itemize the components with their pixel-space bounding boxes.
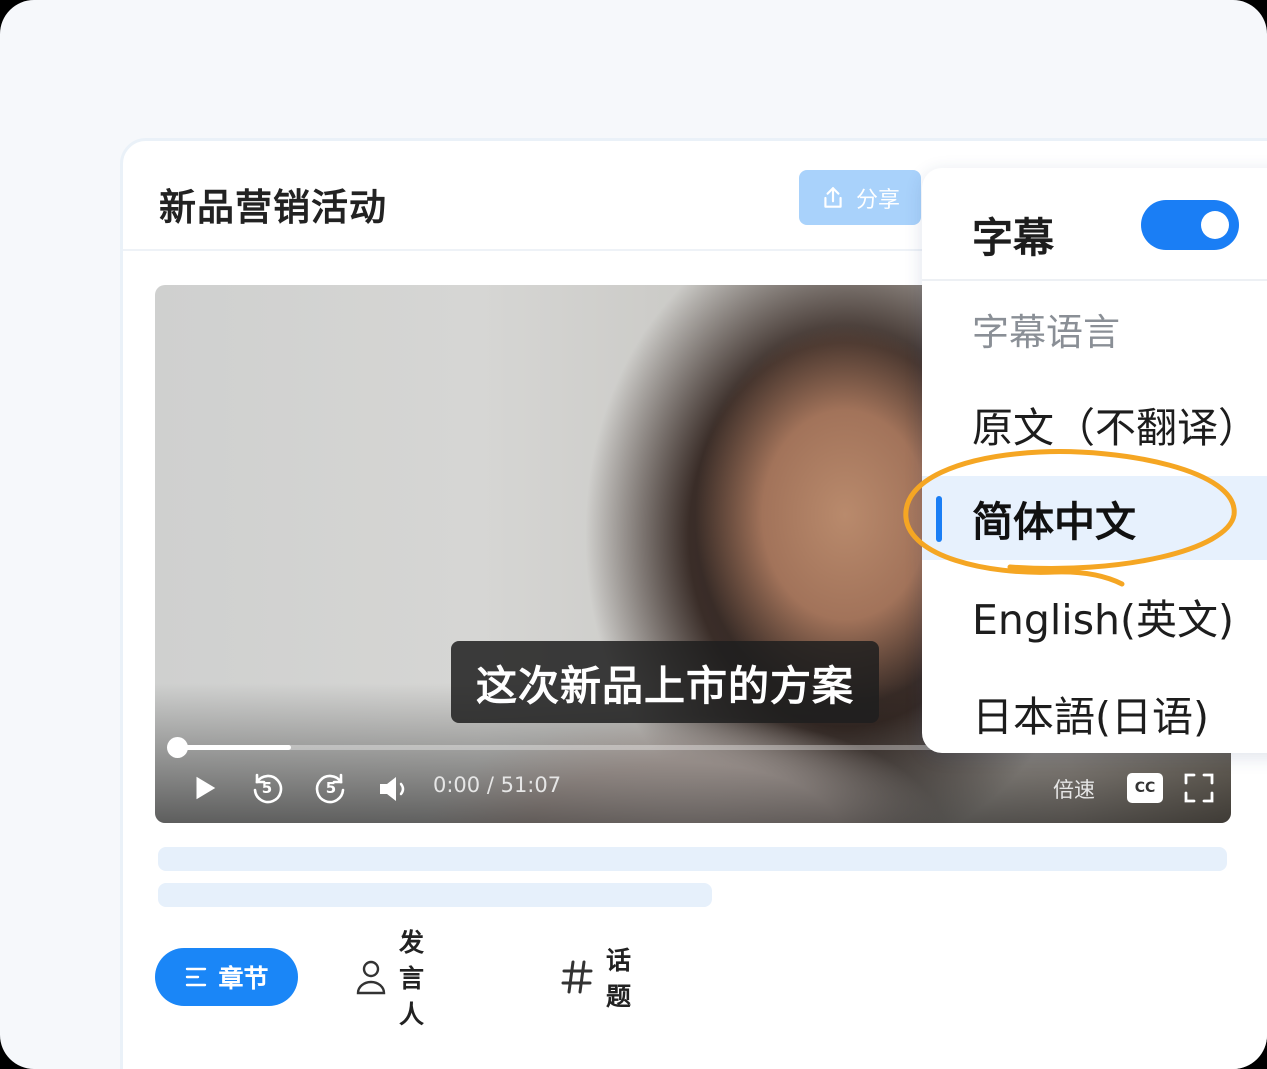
language-label: 原文（不翻译） bbox=[972, 404, 1259, 452]
toggle-knob bbox=[1201, 211, 1229, 239]
rewind-seconds: 5 bbox=[261, 779, 273, 797]
subtitle-toggle-label: 字幕 bbox=[972, 214, 1054, 262]
play-icon[interactable] bbox=[189, 773, 219, 803]
person-icon bbox=[355, 959, 387, 995]
progress-handle[interactable] bbox=[167, 737, 188, 758]
volume-icon[interactable] bbox=[377, 773, 411, 805]
page-title: 新品营销活动 bbox=[159, 186, 387, 229]
subtitle-toggle[interactable] bbox=[1141, 200, 1239, 250]
tab-label: 话题 bbox=[606, 946, 632, 1011]
subtitle-caption: 这次新品上市的方案 bbox=[451, 641, 879, 723]
cc-label: CC bbox=[1134, 780, 1156, 796]
progress-played bbox=[177, 745, 291, 750]
hashtag-icon bbox=[560, 959, 594, 995]
menu-divider bbox=[922, 279, 1267, 281]
app-window: 新品营销活动 分享 这次新品上市的方案 5 5 0:00 / 51:07 倍速 … bbox=[0, 0, 1267, 1069]
tab-label: 章节 bbox=[218, 964, 269, 993]
cc-icon[interactable]: CC bbox=[1127, 773, 1163, 803]
tab-topics[interactable]: 话题 bbox=[560, 946, 631, 1011]
speed-button[interactable]: 倍速 bbox=[1053, 774, 1095, 804]
language-option-simplified-chinese[interactable]: 简体中文 bbox=[922, 476, 1267, 560]
language-option-original[interactable]: 原文（不翻译） bbox=[922, 382, 1267, 466]
language-label: 日本語(日语) bbox=[972, 693, 1209, 741]
forward-seconds: 5 bbox=[325, 779, 337, 797]
language-option-japanese[interactable]: 日本語(日语) bbox=[922, 671, 1267, 755]
fullscreen-icon[interactable] bbox=[1183, 772, 1215, 804]
forward-5-icon[interactable]: 5 bbox=[313, 770, 349, 806]
tab-label: 发言人 bbox=[399, 928, 425, 1029]
selected-indicator bbox=[936, 496, 942, 542]
subtitle-settings-menu: 字幕 字幕语言 原文（不翻译） 简体中文 English(英文) 日本語(日语) bbox=[922, 168, 1267, 753]
share-icon bbox=[820, 185, 846, 211]
language-label: English(英文) bbox=[972, 596, 1235, 644]
tab-speakers[interactable]: 发言人 bbox=[355, 928, 424, 1029]
playback-time: 0:00 / 51:07 bbox=[433, 773, 562, 797]
share-button[interactable]: 分享 bbox=[799, 170, 921, 225]
skeleton-line bbox=[158, 847, 1227, 871]
language-label: 简体中文 bbox=[972, 498, 1136, 546]
rewind-5-icon[interactable]: 5 bbox=[249, 770, 285, 806]
skeleton-line bbox=[158, 883, 712, 907]
share-label: 分享 bbox=[855, 187, 900, 213]
language-option-english[interactable]: English(英文) bbox=[922, 574, 1267, 658]
chapters-icon bbox=[184, 965, 208, 989]
subtitle-language-heading: 字幕语言 bbox=[972, 311, 1120, 354]
tab-chapters[interactable]: 章节 bbox=[155, 948, 298, 1006]
